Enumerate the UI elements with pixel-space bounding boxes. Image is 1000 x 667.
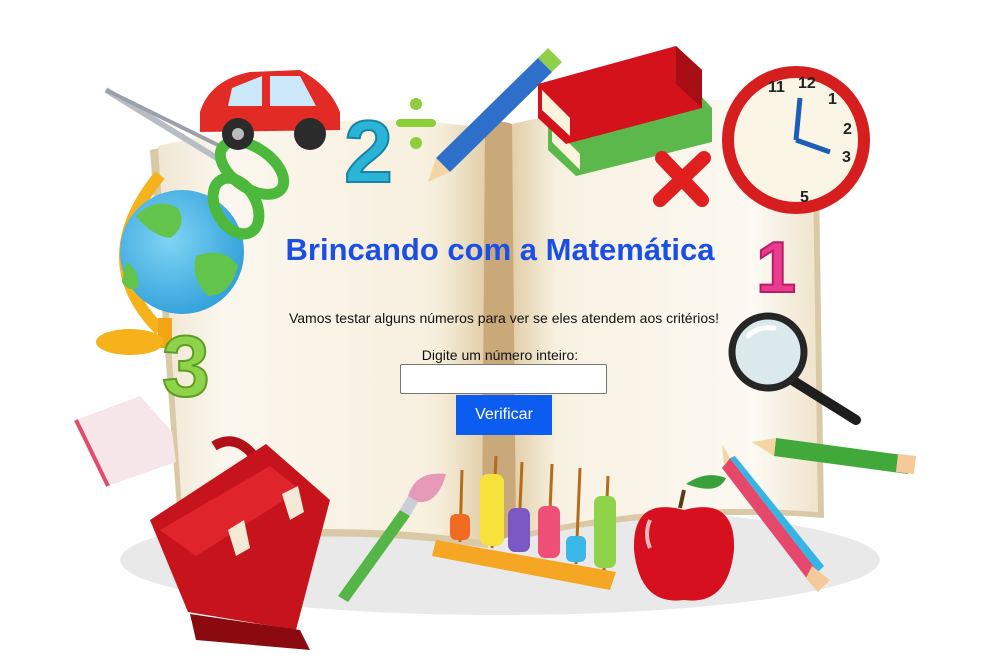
svg-text:3: 3 <box>162 319 210 415</box>
verify-button[interactable]: Verificar <box>456 395 552 435</box>
svg-text:2: 2 <box>843 121 852 138</box>
svg-text:3: 3 <box>842 149 851 166</box>
instructions-text: Vamos testar alguns números para ver se … <box>288 310 720 326</box>
page-title: Brincando com a Matemática <box>285 232 715 267</box>
svg-text:12: 12 <box>798 75 816 92</box>
wall-clock-icon: 11 12 1 2 3 5 <box>722 66 870 214</box>
notebook-icon <box>74 396 176 487</box>
digit-three-decoration: 3 <box>161 318 211 416</box>
integer-input[interactable] <box>400 364 607 394</box>
number-input-label: Digite um número inteiro: <box>421 347 579 363</box>
svg-text:1: 1 <box>828 91 837 108</box>
svg-text:2: 2 <box>344 102 393 201</box>
svg-text:11: 11 <box>768 79 785 96</box>
digit-two-decoration: 2 <box>343 101 394 202</box>
svg-text:5: 5 <box>800 189 809 206</box>
school-illustration-background: 2 11 12 1 2 3 5 1 3 <box>74 46 916 650</box>
